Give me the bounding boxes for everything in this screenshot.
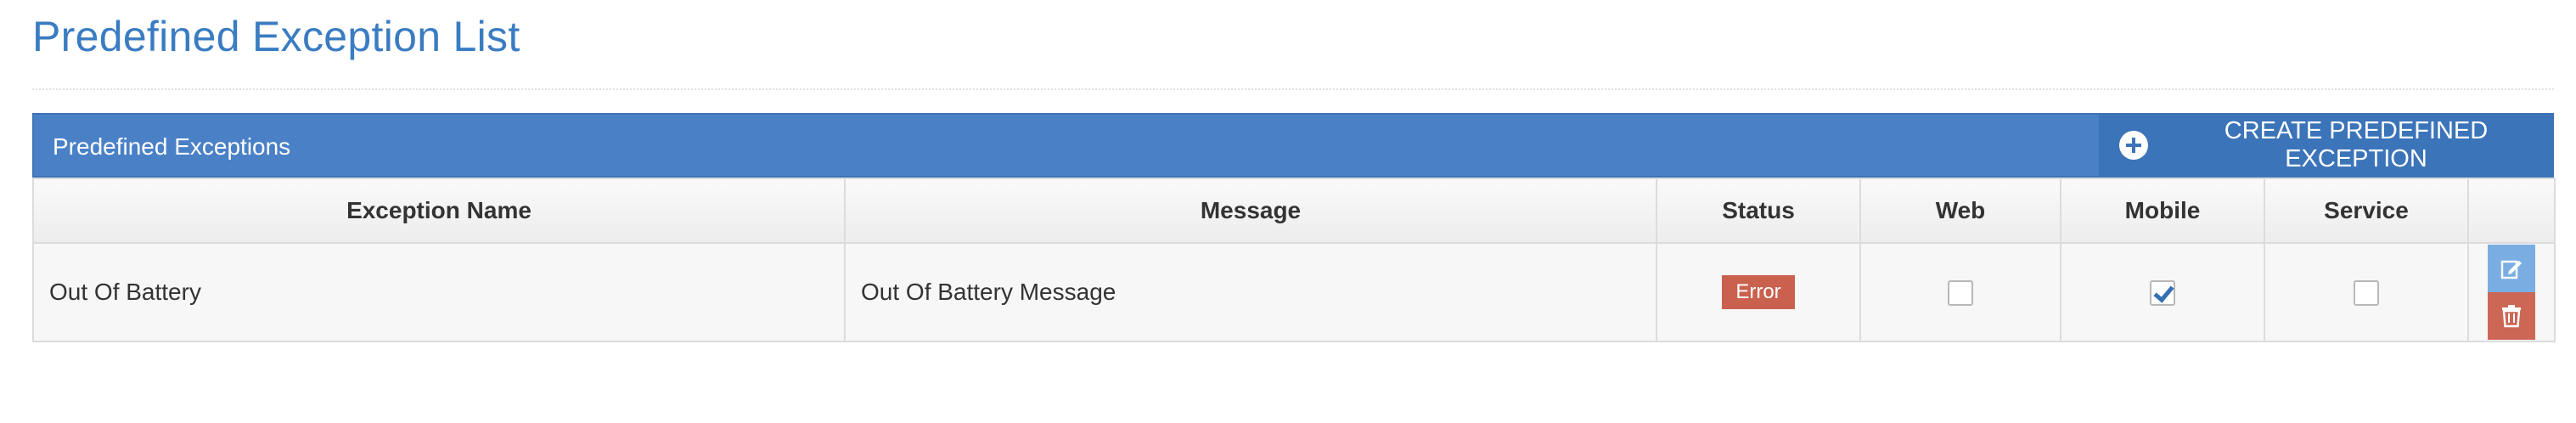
- edit-icon: [2500, 260, 2522, 279]
- column-header-web[interactable]: Web: [1859, 178, 2061, 244]
- cell-mobile: [2060, 242, 2265, 342]
- mobile-checkbox[interactable]: [2150, 280, 2175, 307]
- cell-service: [2264, 242, 2469, 342]
- page-title: Predefined Exception List: [32, 13, 520, 60]
- edit-button[interactable]: [2488, 245, 2535, 292]
- column-header-message[interactable]: Message: [844, 178, 1657, 244]
- cell-status: Error: [1656, 242, 1861, 342]
- exceptions-table: Exception Name Message Status Web Mobile…: [32, 178, 2556, 342]
- cell-actions: [2467, 242, 2556, 342]
- status-badge: Error: [1722, 275, 1795, 309]
- service-checkbox[interactable]: [2354, 280, 2379, 307]
- delete-button[interactable]: [2488, 292, 2535, 340]
- cell-exception-name: Out Of Battery: [32, 242, 846, 342]
- exceptions-panel: Predefined Exceptions CREATE PREDEFINED …: [32, 113, 2556, 342]
- web-checkbox[interactable]: [1948, 280, 1973, 307]
- column-header-service[interactable]: Service: [2264, 178, 2469, 244]
- title-divider: [32, 88, 2554, 90]
- create-predefined-exception-button[interactable]: CREATE PREDEFINED EXCEPTION: [2099, 115, 2552, 176]
- cell-web: [1859, 242, 2061, 342]
- column-header-mobile[interactable]: Mobile: [2060, 178, 2265, 244]
- panel-title: Predefined Exceptions: [53, 133, 291, 160]
- column-header-actions: [2467, 178, 2556, 244]
- column-header-exception-name[interactable]: Exception Name: [32, 178, 846, 244]
- table-row: Out Of Battery Out Of Battery Message Er…: [32, 242, 2556, 342]
- plus-circle-icon: [2119, 131, 2148, 160]
- column-header-status[interactable]: Status: [1656, 178, 1861, 244]
- trash-icon: [2502, 305, 2521, 328]
- table-header-row: Exception Name Message Status Web Mobile…: [32, 178, 2556, 244]
- create-button-label: CREATE PREDEFINED EXCEPTION: [2224, 117, 2489, 172]
- cell-message: Out Of Battery Message: [844, 242, 1657, 342]
- panel-header: Predefined Exceptions CREATE PREDEFINED …: [32, 113, 2554, 178]
